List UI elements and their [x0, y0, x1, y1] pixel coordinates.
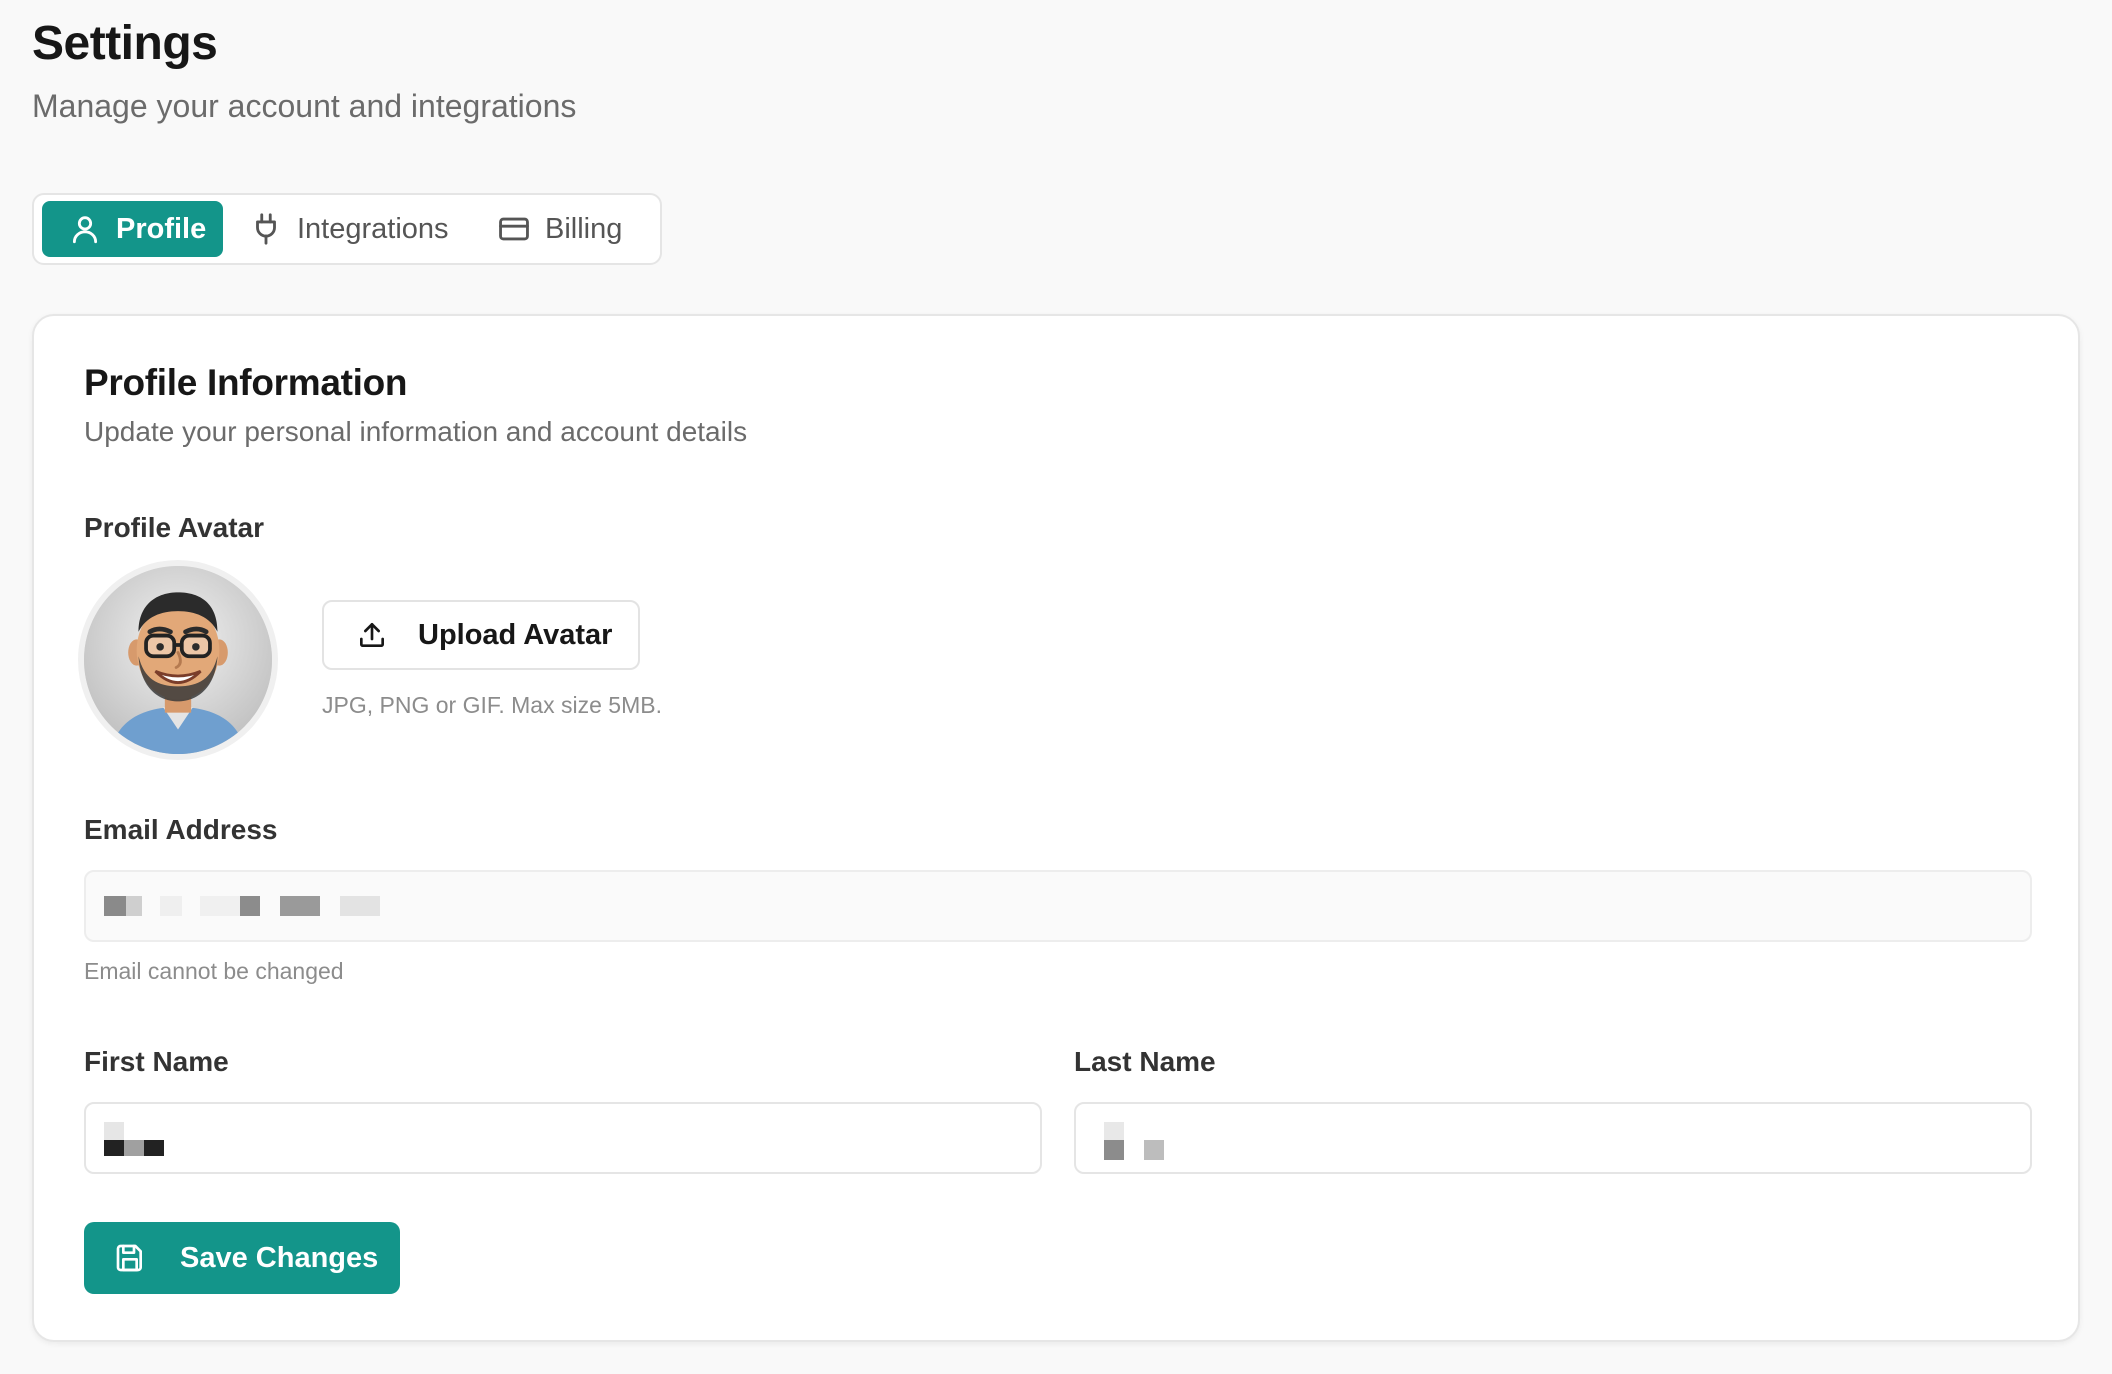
- tab-integrations[interactable]: Integrations: [249, 201, 479, 257]
- first-name-label: First Name: [84, 1046, 229, 1077]
- avatar: [78, 560, 278, 760]
- last-name-field[interactable]: [1074, 1102, 2032, 1174]
- email-field[interactable]: [84, 870, 2032, 942]
- tab-integrations-label: Integrations: [297, 212, 449, 245]
- credit-card-icon: [497, 212, 531, 246]
- last-name-label: Last Name: [1074, 1046, 1216, 1077]
- email-hint: Email cannot be changed: [84, 958, 344, 984]
- page-subtitle: Manage your account and integrations: [32, 88, 577, 124]
- card-title: Profile Information: [84, 362, 408, 403]
- email-label: Email Address: [84, 814, 278, 845]
- tab-billing-label: Billing: [545, 212, 623, 245]
- plug-icon: [249, 212, 283, 246]
- settings-page: Settings Manage your account and integra…: [0, 0, 2112, 1374]
- user-icon: [68, 212, 102, 246]
- profile-card: Profile Information Update your personal…: [32, 314, 2080, 1342]
- settings-tabs: Profile Integrations Billing: [32, 193, 662, 265]
- tab-profile[interactable]: Profile: [42, 201, 223, 257]
- avatar-hint: JPG, PNG or GIF. Max size 5MB.: [322, 692, 662, 718]
- save-changes-label: Save Changes: [180, 1241, 379, 1274]
- tab-profile-label: Profile: [116, 212, 207, 245]
- avatar-illustration: [84, 566, 272, 754]
- tab-billing[interactable]: Billing: [497, 201, 622, 257]
- page-title: Settings: [32, 17, 218, 70]
- upload-icon: [356, 619, 388, 651]
- upload-avatar-label: Upload Avatar: [418, 618, 613, 651]
- card-subtitle: Update your personal information and acc…: [84, 416, 748, 447]
- avatar-label: Profile Avatar: [84, 512, 264, 543]
- first-name-field[interactable]: [84, 1102, 1042, 1174]
- upload-avatar-button[interactable]: Upload Avatar: [322, 600, 640, 670]
- save-changes-button[interactable]: Save Changes: [84, 1222, 400, 1294]
- save-icon: [114, 1242, 146, 1274]
